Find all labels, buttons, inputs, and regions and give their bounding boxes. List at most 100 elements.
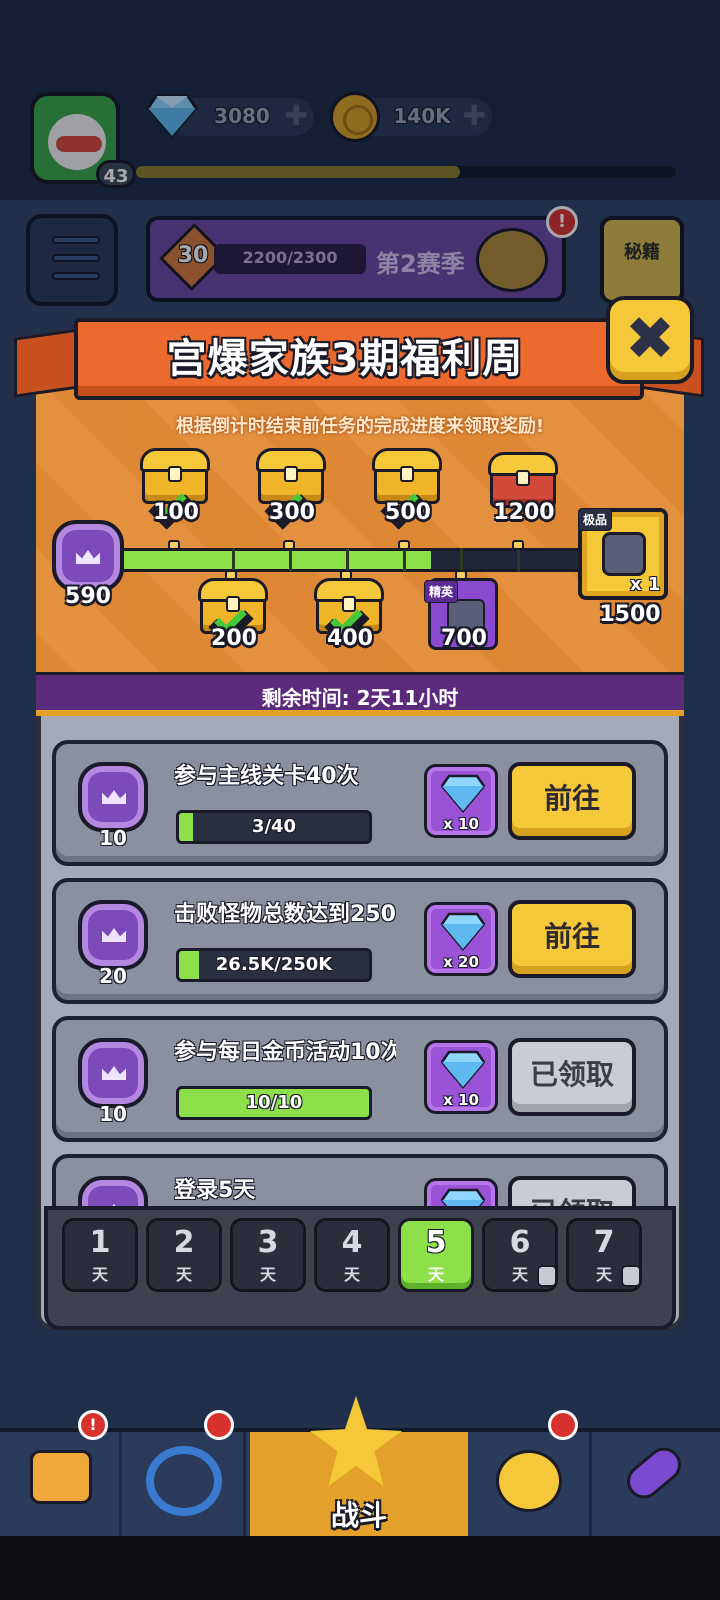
task-list[interactable]: 10 参与主线关卡40次 3/40 x 10 前往 20 击败怪物总数达到250000 26.…	[52, 740, 668, 1228]
day-tab-3[interactable]: 3天	[230, 1218, 306, 1292]
task-crown-icon	[78, 762, 148, 832]
battle-label: 战斗	[330, 1499, 387, 1532]
day-number: 4	[341, 1225, 363, 1260]
go-button[interactable]: 前往	[508, 900, 636, 978]
task-name: 击败怪物总数达到250000	[174, 902, 396, 927]
shop-alert-icon: !	[78, 1410, 108, 1440]
shop-icon	[30, 1450, 92, 1504]
milestone-tick	[512, 540, 524, 550]
nav-tab-shop[interactable]	[0, 1432, 122, 1536]
day-tab-7[interactable]: 7天	[566, 1218, 642, 1292]
milestone-label: 1200	[493, 500, 555, 525]
lock-icon	[621, 1265, 641, 1287]
chest-lock-icon	[516, 470, 530, 486]
reward-count: x 10	[443, 1091, 479, 1109]
task-reward: x 20	[424, 902, 498, 976]
task-points: 10	[99, 826, 127, 850]
milestone-progress-track	[118, 548, 586, 572]
track-divider	[517, 548, 520, 572]
milestone-progress-fill	[121, 551, 431, 569]
chest-lock-icon	[284, 466, 298, 482]
milestone-tick	[398, 540, 410, 550]
close-icon: ✖	[624, 304, 676, 374]
milestone-label: 100	[153, 500, 199, 525]
task-name: 参与每日金币活动10次	[174, 1040, 396, 1065]
day-number: 6	[509, 1225, 531, 1260]
popup-subtitle: 根据倒计时结束前任务的完成进度来领取奖励!	[175, 416, 545, 437]
gem-icon	[441, 912, 485, 951]
capsule-icon	[620, 1440, 688, 1506]
popup-title: 宫爆家族3期福利周	[166, 336, 524, 382]
task-crown-icon	[78, 1038, 148, 1108]
day-unit: 天	[427, 1265, 444, 1284]
day-unit: 天	[175, 1265, 192, 1284]
task-progress-bar: 3/40	[176, 810, 372, 844]
task-name: 登录5天	[174, 1178, 256, 1203]
day-tab-1[interactable]: 1天	[62, 1218, 138, 1292]
best-tag: 极品	[578, 508, 613, 531]
ring-icon	[146, 1446, 222, 1516]
current-score: 590	[65, 584, 111, 609]
day-unit: 天	[259, 1265, 276, 1284]
lock-icon	[537, 1265, 557, 1287]
milestone-label: 200	[211, 626, 257, 651]
puzzle-piece-icon	[602, 532, 646, 576]
day-number: 3	[257, 1225, 279, 1260]
task-progress-text: 26.5K/250K	[215, 954, 333, 975]
track-divider	[460, 548, 463, 572]
day-unit: 天	[91, 1265, 108, 1284]
score-crown-icon	[52, 520, 124, 592]
task-crown-icon	[78, 900, 148, 970]
task-progress-text: 3/40	[251, 816, 297, 837]
nav-tab-pets[interactable]	[470, 1432, 592, 1536]
day-tab-4[interactable]: 4天	[314, 1218, 390, 1292]
day-number: 7	[593, 1225, 615, 1260]
countdown-text: 剩余时间: 2天11小时	[261, 686, 459, 710]
reward-count: x 10	[443, 815, 479, 833]
close-button[interactable]: ✖	[606, 296, 694, 384]
crown-glyph	[102, 1066, 126, 1080]
milestone-tick	[283, 540, 295, 550]
day-tab-5[interactable]: 5天	[398, 1218, 474, 1292]
crown-glyph	[102, 928, 126, 942]
claimed-button[interactable]: 已领取	[508, 1038, 636, 1116]
reward-count: x 20	[443, 953, 479, 971]
go-button[interactable]: 前往	[508, 762, 636, 840]
gem-icon	[441, 1050, 485, 1089]
gem-icon	[441, 774, 485, 813]
pet-upgrade-icon	[548, 1410, 578, 1440]
crown-glyph	[102, 790, 126, 804]
milestone-label: 1500	[599, 602, 661, 627]
task-card: 20 击败怪物总数达到250000 26.5K/250K x 20 前往	[52, 878, 668, 1004]
day-number: 5	[425, 1225, 447, 1260]
nav-tab-items[interactable]	[594, 1432, 716, 1536]
task-reward: x 10	[424, 1040, 498, 1114]
chest-lock-icon	[400, 466, 414, 482]
day-tab-2[interactable]: 2天	[146, 1218, 222, 1292]
system-nav-bar	[0, 1536, 720, 1600]
milestone-label: 300	[269, 500, 315, 525]
day-number: 1	[89, 1225, 111, 1260]
milestone-label: 700	[441, 626, 487, 651]
task-reward: x 10	[424, 764, 498, 838]
task-points: 20	[99, 964, 127, 988]
task-progress-text: 10/10	[245, 1092, 303, 1113]
task-card: 10 参与每日金币活动10次 10/10 x 10 已领取	[52, 1016, 668, 1142]
task-name: 参与主线关卡40次	[174, 764, 359, 789]
track-divider	[232, 548, 235, 572]
task-points: 10	[99, 1102, 127, 1126]
task-progress-bar: 10/10	[176, 1086, 372, 1120]
milestone-label: 400	[327, 626, 373, 651]
day-tab-6[interactable]: 6天	[482, 1218, 558, 1292]
day-number: 2	[173, 1225, 195, 1260]
countdown-bar: 剩余时间: 2天11小时	[36, 672, 684, 716]
nav-tab-equipment[interactable]	[124, 1432, 246, 1536]
track-divider	[289, 548, 292, 572]
chest-lock-icon	[168, 466, 182, 482]
task-progress-bar: 26.5K/250K	[176, 948, 372, 982]
day-unit: 天	[343, 1265, 360, 1284]
milestone-tick	[168, 540, 180, 550]
equipment-upgrade-icon	[204, 1410, 234, 1440]
final-reward-count: x 1	[630, 574, 661, 595]
track-divider	[403, 548, 406, 572]
